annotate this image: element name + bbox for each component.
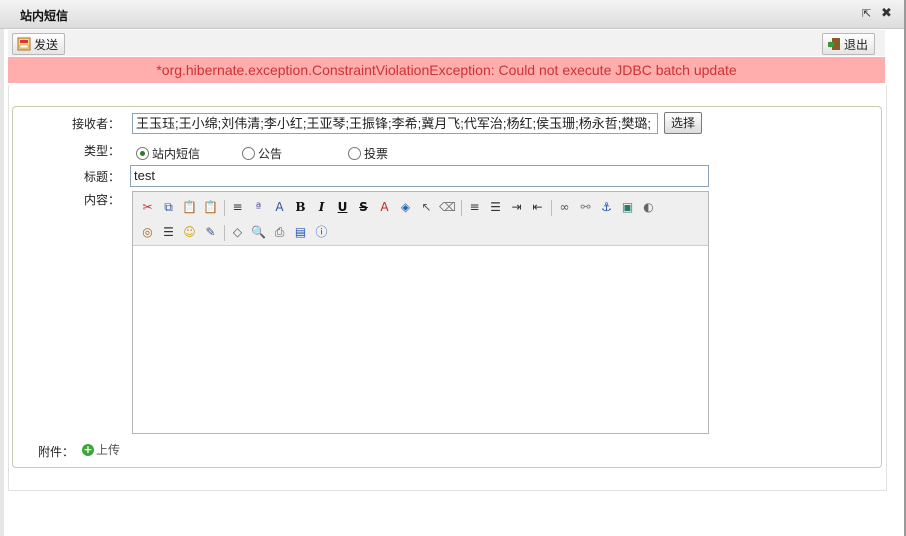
- preview-icon[interactable]: 🔍: [250, 224, 267, 241]
- exit-button[interactable]: 退出: [822, 33, 876, 55]
- font-color-icon[interactable]: A: [376, 199, 393, 216]
- italic-icon[interactable]: I: [313, 199, 330, 216]
- radio-indicator: [242, 147, 255, 160]
- link-icon[interactable]: ∞: [556, 199, 573, 216]
- toolbar-separator: [224, 225, 225, 241]
- type-radio-vote-label: 投票: [364, 147, 389, 161]
- window-titlebar: 站内短信 ⇱ ✖: [0, 0, 906, 29]
- type-radio-message-label: 站内短信: [152, 147, 201, 161]
- recipients-input[interactable]: 王玉珏;王小绵;刘伟清;李小红;王亚琴;王振锋;李希;冀月飞;代军治;杨红;侯玉…: [132, 113, 658, 134]
- upload-button[interactable]: + 上传: [82, 441, 120, 458]
- error-alert: *org.hibernate.exception.ConstraintViola…: [8, 57, 885, 83]
- window-title: 站内短信: [20, 9, 69, 23]
- action-toolbar: 发送 退出: [8, 30, 885, 56]
- toolbar-separator: [551, 200, 552, 216]
- select-recipients-button[interactable]: 选择: [664, 112, 702, 134]
- cut-icon[interactable]: ✂: [139, 199, 156, 216]
- about-icon[interactable]: ⓘ: [313, 224, 330, 241]
- eraser-icon[interactable]: ⌫: [439, 199, 456, 216]
- indent-icon[interactable]: ⇥: [508, 199, 525, 216]
- exit-icon: [827, 37, 841, 51]
- format-paragraph-icon[interactable]: ≡: [229, 199, 246, 216]
- editor-content-area[interactable]: [133, 246, 708, 433]
- close-icon[interactable]: ✖: [881, 6, 892, 21]
- image-icon[interactable]: ▣: [619, 199, 636, 216]
- emoticon-icon[interactable]: ☺: [181, 224, 198, 241]
- source-code-icon[interactable]: ◇: [229, 224, 246, 241]
- fullscreen-icon[interactable]: ▤: [292, 224, 309, 241]
- window-left-edge: [0, 0, 4, 536]
- type-radio-message[interactable]: 站内短信: [136, 145, 200, 162]
- type-label: 类型：: [84, 144, 121, 158]
- type-radio-vote[interactable]: 投票: [348, 145, 388, 162]
- list-icon[interactable]: ☰: [487, 199, 504, 216]
- type-radio-notice[interactable]: 公告: [242, 145, 282, 162]
- media-icon[interactable]: ◎: [139, 224, 156, 241]
- select-pointer-icon[interactable]: ↖: [418, 199, 435, 216]
- underline-icon[interactable]: U: [334, 199, 351, 216]
- send-button-label: 发送: [34, 37, 59, 52]
- paste-text-icon[interactable]: 📋: [202, 199, 219, 216]
- content-label: 内容：: [84, 193, 121, 207]
- anchor-icon[interactable]: ⚓: [598, 199, 615, 216]
- outdent-icon[interactable]: ⇤: [529, 199, 546, 216]
- exit-button-label: 退出: [844, 37, 869, 52]
- paste-icon[interactable]: 📋: [181, 199, 198, 216]
- radio-checked-indicator: [136, 147, 149, 160]
- send-button[interactable]: 发送: [12, 33, 66, 55]
- unlink-icon[interactable]: ⚯: [577, 199, 594, 216]
- flash-icon[interactable]: ◐: [640, 199, 657, 216]
- strikethrough-icon[interactable]: S: [355, 199, 372, 216]
- upload-label: 上传: [96, 443, 121, 457]
- edit-icon[interactable]: ✎: [202, 224, 219, 241]
- highlight-color-icon[interactable]: ◈: [397, 199, 414, 216]
- subject-input[interactable]: test: [130, 165, 709, 187]
- editor-toolbar: ✂ ⧉ 📋 📋 ≡ ª A B I U S A ◈ ↖ ⌫ ≡ ☰ ⇥ ⇤ ∞ ⚯ ⚓ ▣ ◐ ◎ ☰ ☺ ✎ ◇ 🔍 ⎙ ▤ ⓘ: [133, 192, 708, 246]
- attachment-label: 附件：: [38, 445, 75, 459]
- horizontal-rule-icon[interactable]: ☰: [160, 224, 177, 241]
- toolbar-separator: [461, 200, 462, 216]
- print-icon[interactable]: ⎙: [271, 224, 288, 241]
- popout-icon[interactable]: ⇱: [862, 7, 871, 20]
- subject-label: 标题：: [84, 170, 121, 184]
- toolbar-separator: [224, 200, 225, 216]
- copy-icon[interactable]: ⧉: [160, 199, 177, 216]
- align-left-icon[interactable]: ≡: [466, 199, 483, 216]
- rich-text-editor: ✂ ⧉ 📋 📋 ≡ ª A B I U S A ◈ ↖ ⌫ ≡ ☰ ⇥ ⇤ ∞ ⚯ ⚓ ▣ ◐ ◎ ☰ ☺ ✎ ◇ 🔍 ⎙ ▤ ⓘ: [132, 191, 709, 434]
- recipients-label: 接收者：: [72, 117, 121, 131]
- font-size-icon[interactable]: A: [271, 199, 288, 216]
- send-icon: [17, 37, 31, 51]
- add-icon: +: [82, 442, 94, 456]
- bold-icon[interactable]: B: [292, 199, 309, 216]
- radio-indicator: [348, 147, 361, 160]
- type-radio-notice-label: 公告: [258, 147, 283, 161]
- spellcheck-icon[interactable]: ª: [250, 199, 267, 216]
